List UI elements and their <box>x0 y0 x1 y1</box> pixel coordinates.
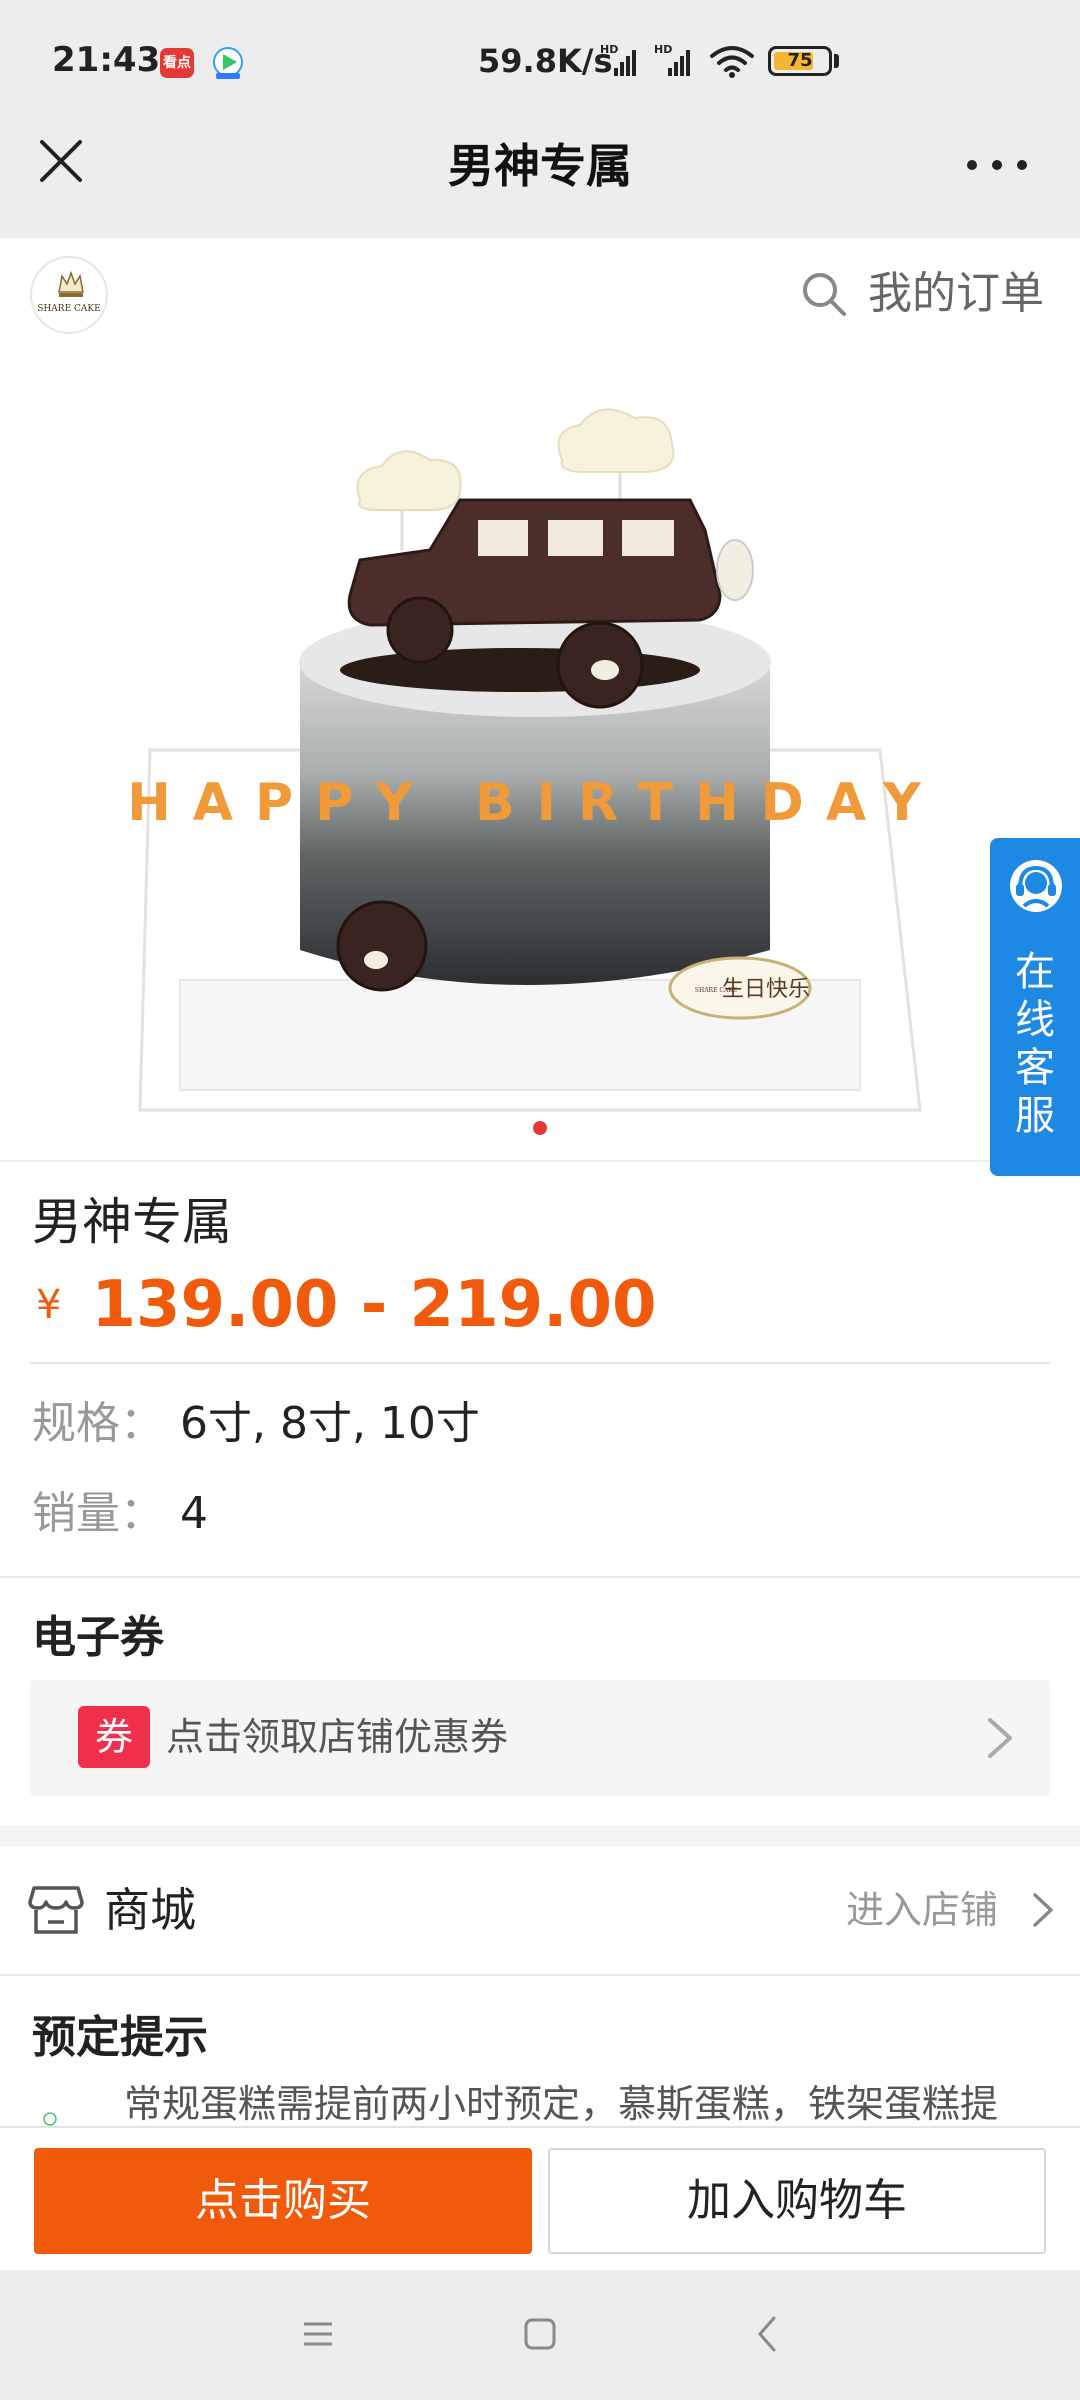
status-time: 21:43 <box>52 40 161 80</box>
spec-value: 6寸, 8寸, 10寸 <box>180 1398 480 1449</box>
divider <box>0 1974 1080 1976</box>
check-icon <box>43 2112 57 2126</box>
mall-label: 商城 <box>104 1883 196 1937</box>
shop-logo-text: SHARE CAKE <box>37 304 101 314</box>
battery-tip <box>834 54 839 68</box>
cake-text: HAPPY BIRTHDAY <box>127 773 940 833</box>
my-orders-label: 我的订单 <box>868 268 1044 319</box>
chevron-right-icon <box>988 1718 1012 1758</box>
product-price: ¥139.00 - 219.00 <box>36 1268 657 1342</box>
action-bar: 点击购买 加入购物车 <box>0 2126 1080 2270</box>
sales-value: 4 <box>180 1488 208 1539</box>
menu-icon[interactable] <box>298 2314 338 2354</box>
divider <box>0 1160 1080 1162</box>
back-icon[interactable] <box>748 2314 788 2354</box>
signal-hd-icon: HD <box>600 43 636 76</box>
enter-shop-link[interactable]: 进入店铺 <box>846 1884 998 1936</box>
more-dots-icon[interactable] <box>962 140 1032 190</box>
battery-icon: 75 <box>768 46 832 76</box>
currency-symbol: ¥ <box>36 1282 62 1328</box>
store-icon <box>28 1886 84 1934</box>
coupon-badge: 券 <box>78 1706 150 1768</box>
wifi-icon <box>710 46 754 78</box>
mall-row[interactable]: 商城 进入店铺 <box>0 1846 1080 1974</box>
carousel-dot-active[interactable] <box>533 1121 547 1135</box>
section-separator <box>0 1826 1080 1846</box>
shop-logo[interactable]: SHARE CAKE <box>30 256 108 334</box>
carousel-indicator <box>0 1120 1080 1140</box>
video-app-icon <box>213 47 243 79</box>
spec-row: 规格： 6寸, 8寸, 10寸 <box>32 1396 480 1452</box>
product-image[interactable]: HAPPY BIRTHDAY 生日快乐 SHARE CAKE <box>120 380 940 1150</box>
divider <box>0 1576 1080 1578</box>
status-bar: 21:43 看点 59.8K/s HD HD 75 <box>0 0 1080 126</box>
product-name: 男神专属 <box>32 1193 232 1251</box>
coupon-text: 点击领取店铺优惠券 <box>166 1715 509 1759</box>
add-to-cart-button[interactable]: 加入购物车 <box>548 2148 1046 2254</box>
search-icon <box>803 273 846 316</box>
svg-text:HD: HD <box>600 43 618 56</box>
plaque-brand: SHARE CAKE <box>695 987 737 994</box>
chevron-right-icon <box>1033 1893 1053 1927</box>
crown-logo-icon <box>58 270 84 297</box>
customer-service-button[interactable]: 在线客服 <box>990 838 1080 1176</box>
spec-label: 规格： <box>32 1398 164 1449</box>
notice-title: 预定提示 <box>32 2012 208 2063</box>
home-icon[interactable] <box>520 2314 560 2354</box>
headset-icon <box>1010 860 1062 912</box>
battery-level: 75 <box>787 50 813 71</box>
svg-text:HD: HD <box>654 43 672 56</box>
signal-hd-icon-2: HD <box>654 43 690 76</box>
app-notification-icon: 看点 <box>160 48 194 78</box>
network-speed: 59.8K/s <box>478 42 613 80</box>
sales-row: 销量： 4 <box>32 1486 208 1542</box>
price-range: 139.00 - 219.00 <box>91 1268 657 1342</box>
sales-label: 销量： <box>32 1488 164 1539</box>
coupon-section-title: 电子券 <box>32 1612 164 1663</box>
customer-service-label: 在线客服 <box>1015 949 1055 1139</box>
page-title: 男神专属 <box>448 139 632 193</box>
coupon-claim-row[interactable]: 券 点击领取店铺优惠券 <box>30 1680 1050 1796</box>
system-nav-bar <box>0 2270 1080 2400</box>
divider <box>30 1362 1050 1364</box>
notice-text: 常规蛋糕需提前两小时预定，慕斯蛋糕，铁架蛋糕提 <box>124 2082 999 2126</box>
buy-button[interactable]: 点击购买 <box>34 2148 532 2254</box>
